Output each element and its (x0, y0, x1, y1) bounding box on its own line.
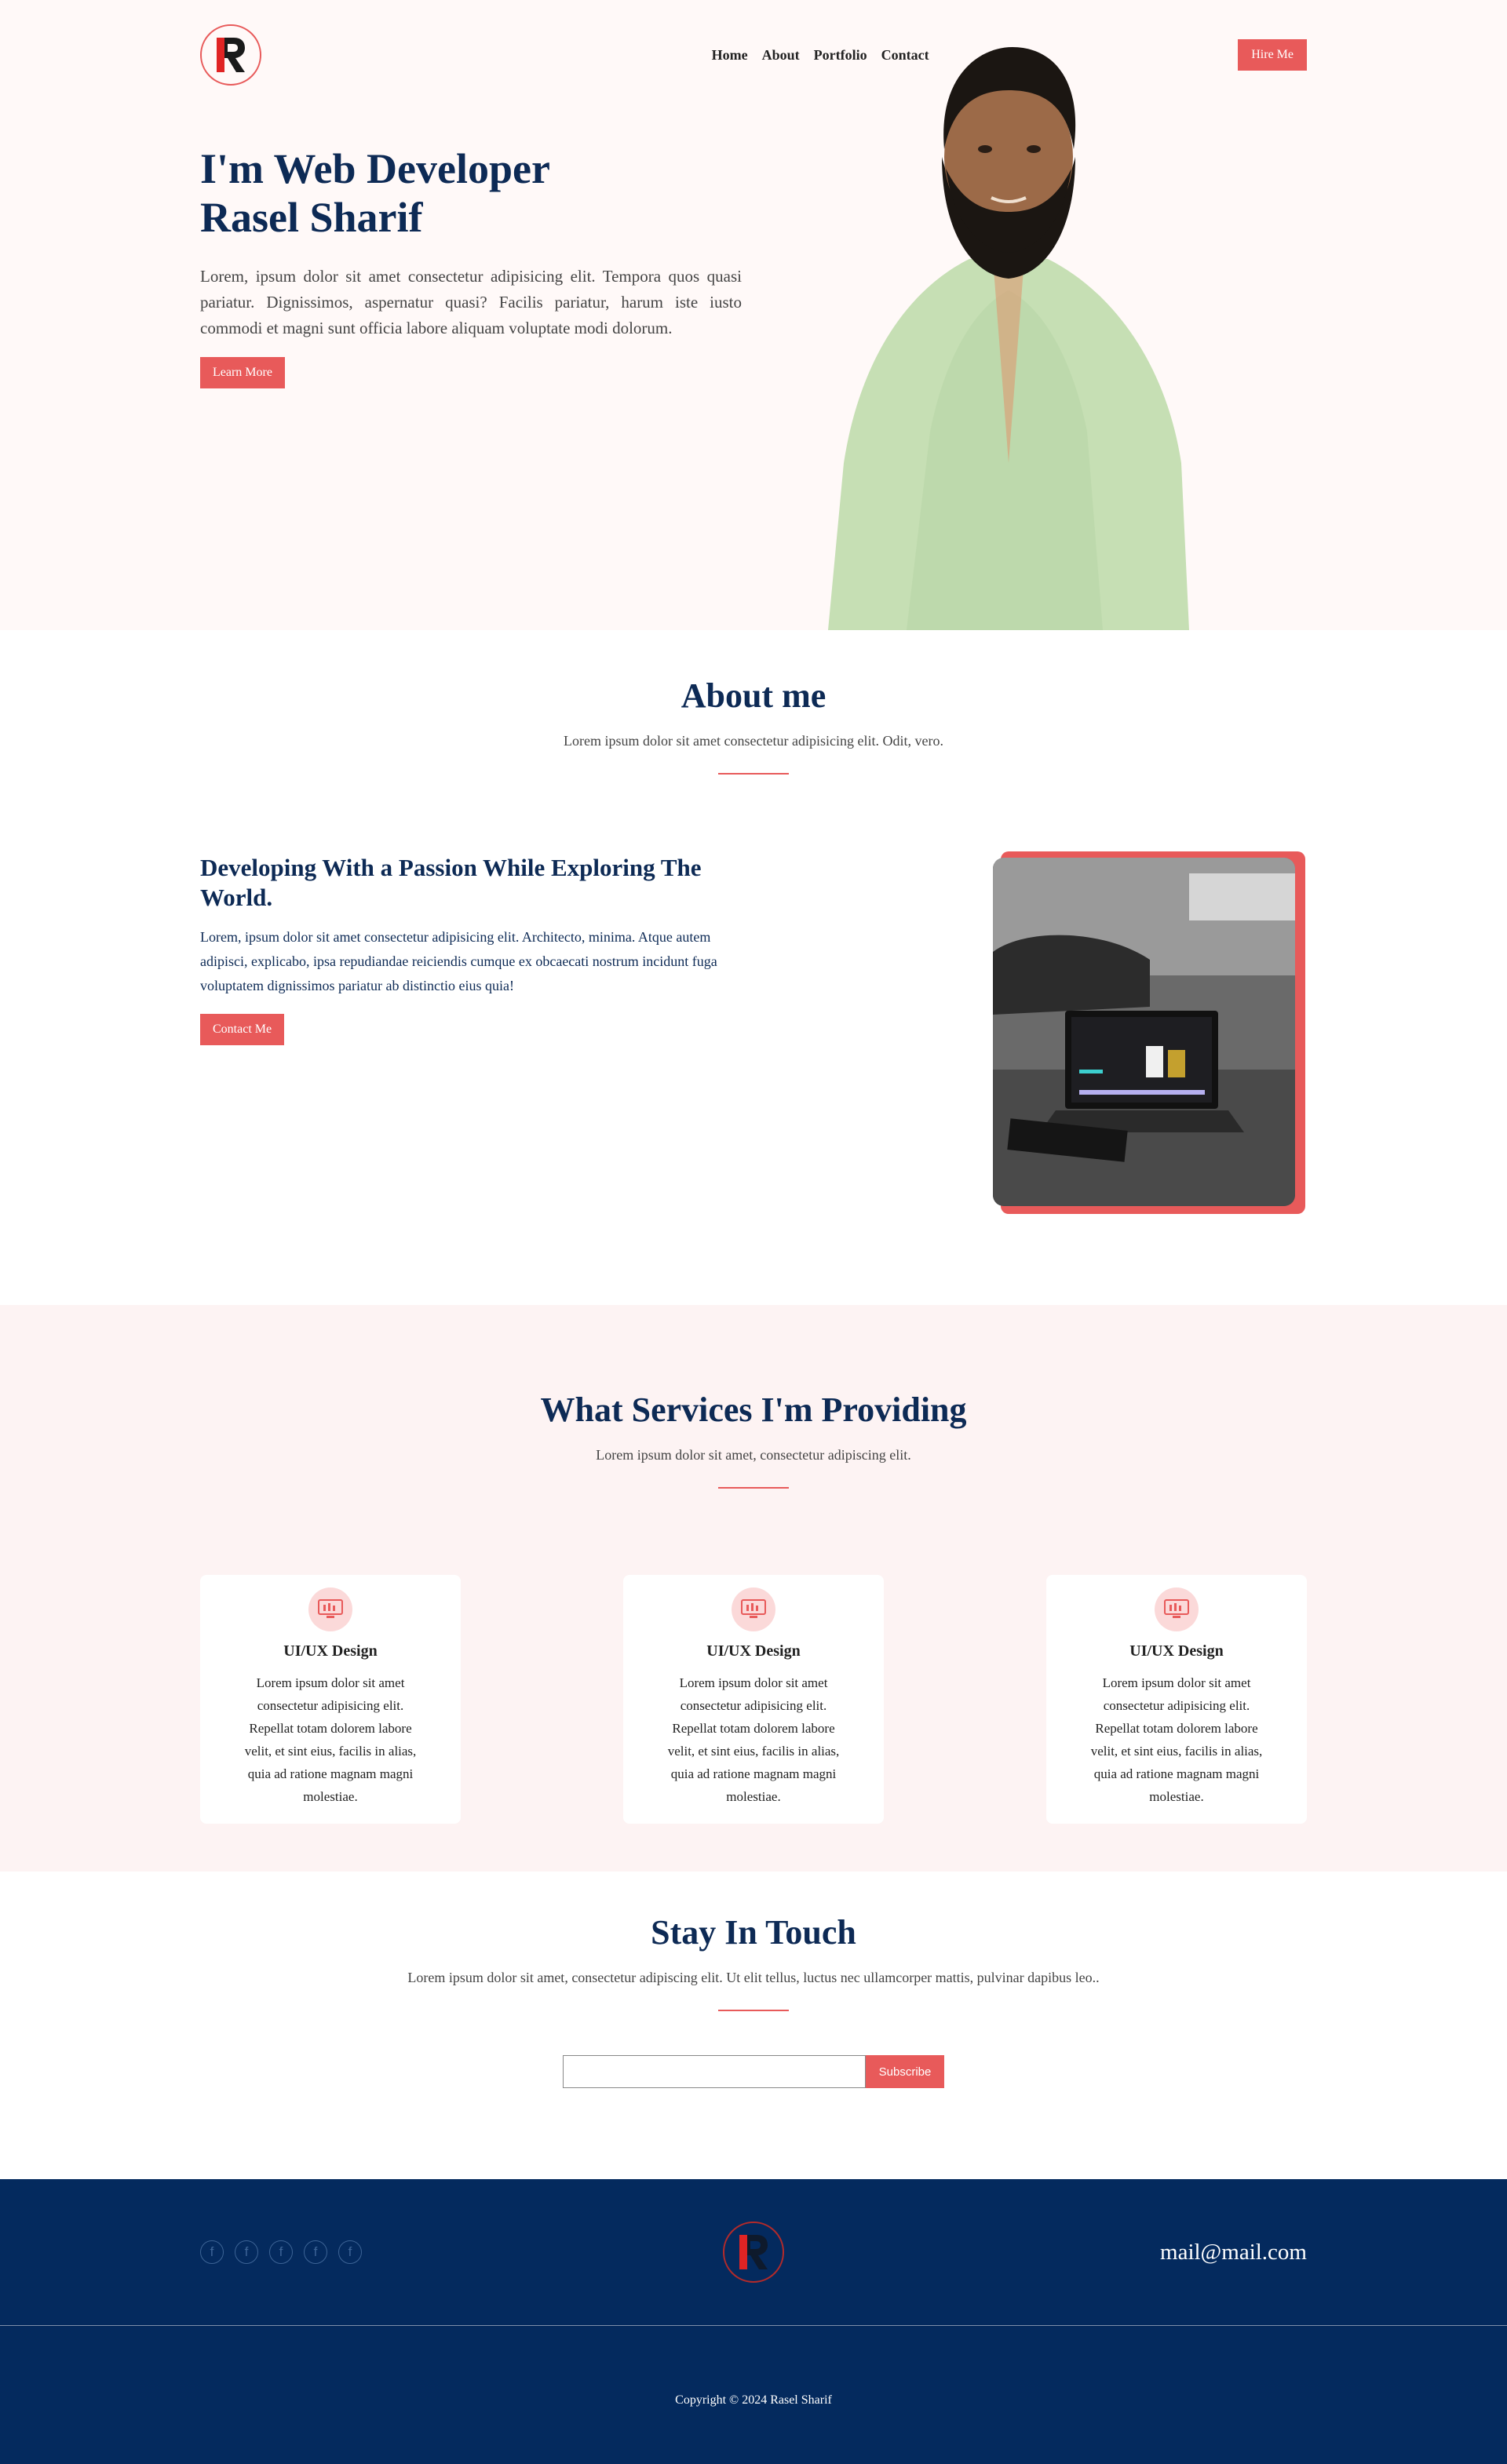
hire-me-button[interactable]: Hire Me (1238, 39, 1307, 71)
about-description: Lorem, ipsum dolor sit amet consectetur … (200, 929, 717, 993)
touch-title: Stay In Touch (651, 1913, 856, 1952)
contact-me-button[interactable]: Contact Me (200, 1014, 285, 1045)
hero-title-line1: I'm Web Developer (200, 145, 550, 192)
services-title: What Services I'm Providing (540, 1391, 967, 1429)
social-links: f f f f f (200, 2240, 436, 2264)
facebook-icon[interactable]: f (200, 2240, 224, 2264)
services-section: What Services I'm Providing Lorem ipsum … (0, 1305, 1507, 1872)
nav-home[interactable]: Home (712, 47, 748, 64)
facebook-icon[interactable]: f (269, 2240, 293, 2264)
copyright-text: Copyright © 2024 Rasel Sharif (675, 2393, 832, 2407)
hero-text: I'm Web Developer Rasel Sharif Lorem, ip… (200, 144, 742, 388)
nav-about[interactable]: About (762, 47, 800, 64)
facebook-icon[interactable]: f (304, 2240, 327, 2264)
about-body: Developing With a Passion While Explorin… (200, 851, 1307, 1214)
footer-logo[interactable] (723, 2222, 784, 2283)
facebook-icon[interactable]: f (235, 2240, 258, 2264)
subscribe-button[interactable]: Subscribe (866, 2055, 944, 2088)
hero-title-line2: Rasel Sharif (200, 194, 423, 241)
about-subtitle: Lorem ipsum dolor sit amet consectetur a… (564, 733, 943, 749)
logo-r-icon (739, 2235, 768, 2269)
about-section: About me Lorem ipsum dolor sit amet cons… (0, 630, 1507, 1305)
subscribe-form: Subscribe (200, 2055, 1307, 2088)
service-card-title: UI/UX Design (1129, 1642, 1224, 1660)
hero-description: Lorem, ipsum dolor sit amet consectetur … (200, 267, 742, 337)
about-heading: Developing With a Passion While Explorin… (200, 854, 702, 911)
about-divider (718, 773, 789, 775)
about-image-frame (993, 851, 1307, 1214)
facebook-icon[interactable]: f (338, 2240, 362, 2264)
touch-subtitle: Lorem ipsum dolor sit amet, consectetur … (407, 1970, 1100, 1985)
design-icon (1155, 1587, 1199, 1631)
hero-title: I'm Web Developer Rasel Sharif (200, 144, 742, 242)
service-card: UI/UX Design Lorem ipsum dolor sit amet … (1046, 1575, 1307, 1824)
design-icon (308, 1587, 352, 1631)
design-icon (732, 1587, 775, 1631)
services-divider (718, 1487, 789, 1489)
email-input[interactable] (563, 2055, 866, 2088)
footer-email[interactable]: mail@mail.com (1071, 2240, 1307, 2265)
logo-r-icon (217, 38, 245, 72)
service-card-title: UI/UX Design (706, 1642, 801, 1660)
about-title: About me (681, 676, 826, 715)
service-cards: UI/UX Design Lorem ipsum dolor sit amet … (200, 1575, 1307, 1824)
logo[interactable] (200, 24, 261, 86)
service-card-description: Lorem ipsum dolor sit amet consectetur a… (244, 1675, 417, 1804)
learn-more-button[interactable]: Learn More (200, 357, 285, 388)
about-content: Developing With a Passion While Explorin… (200, 853, 718, 1214)
hero-section: Home About Portfolio Contact Hire Me I'm… (0, 0, 1507, 630)
service-card-title: UI/UX Design (283, 1642, 378, 1660)
services-subtitle: Lorem ipsum dolor sit amet, consectetur … (596, 1447, 911, 1463)
service-card-description: Lorem ipsum dolor sit amet consectetur a… (667, 1675, 840, 1804)
service-card: UI/UX Design Lorem ipsum dolor sit amet … (623, 1575, 884, 1824)
service-card-description: Lorem ipsum dolor sit amet consectetur a… (1090, 1675, 1263, 1804)
footer: f f f f f mail@mail.com Copyright © 2024… (0, 2179, 1507, 2464)
portrait-image (828, 47, 1189, 630)
stay-in-touch-section: Stay In Touch Lorem ipsum dolor sit amet… (0, 1872, 1507, 2179)
footer-top: f f f f f mail@mail.com (0, 2179, 1507, 2326)
laptop-image (993, 858, 1295, 1206)
touch-divider (718, 2010, 789, 2011)
service-card: UI/UX Design Lorem ipsum dolor sit amet … (200, 1575, 461, 1824)
